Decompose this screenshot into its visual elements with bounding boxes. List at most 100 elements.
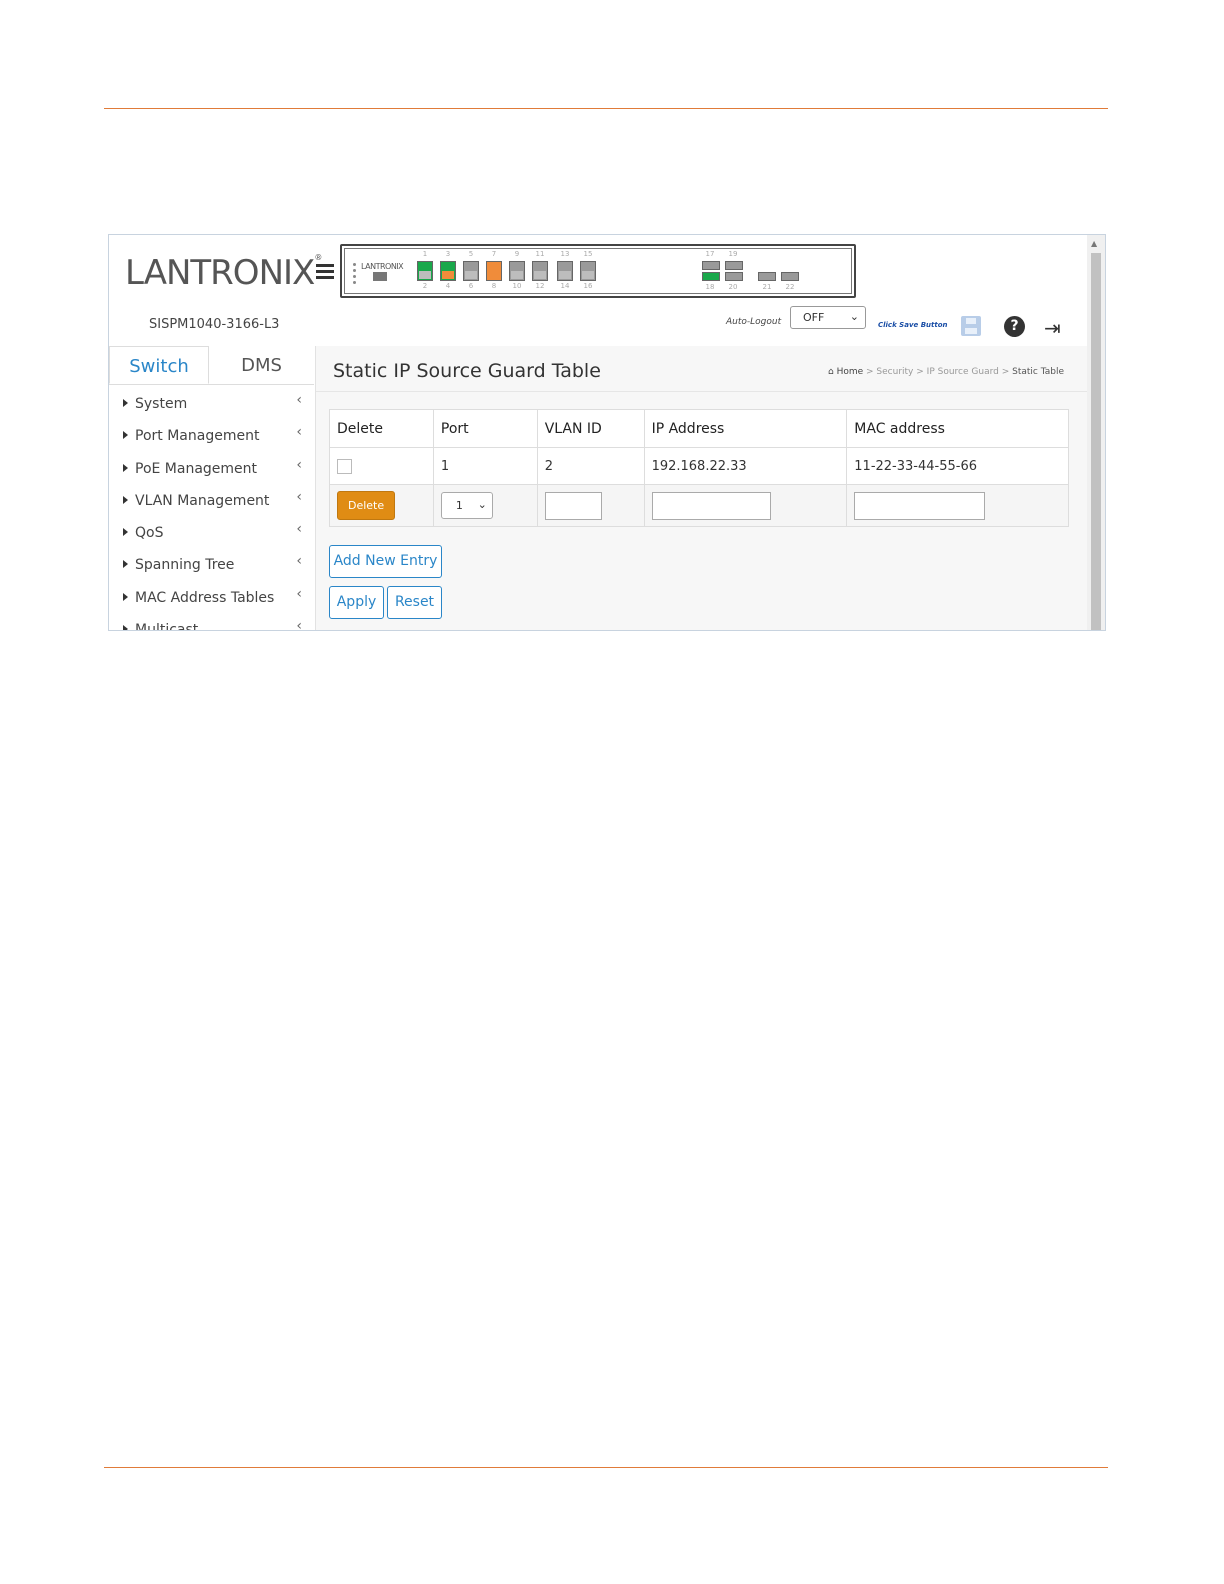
mac-address-input[interactable] — [854, 491, 986, 520]
sidebar-item-poe-management[interactable]: PoE Management ‹ — [109, 453, 314, 485]
caret-right-icon — [123, 495, 128, 504]
port-3-4-icon[interactable] — [440, 261, 456, 281]
logout-icon[interactable]: ⇥ — [1044, 317, 1068, 339]
save-icon[interactable] — [961, 316, 981, 336]
home-icon: ⌂ — [827, 367, 834, 377]
port-number: 13 — [560, 250, 570, 258]
port-7-8-icon[interactable] — [486, 261, 502, 281]
breadcrumb-ip-source-guard[interactable]: IP Source Guard — [927, 367, 999, 377]
table-row: 1 2 192.168.22.33 11-22-33-44-55-66 — [329, 447, 1069, 485]
port-number: 12 — [535, 282, 545, 290]
port-number: 8 — [491, 282, 497, 290]
port-5-6-icon[interactable] — [463, 261, 479, 281]
sfp-port-21-icon[interactable] — [758, 272, 776, 281]
port-number: 11 — [535, 250, 545, 258]
scroll-up-arrow-icon[interactable]: ▲ — [1091, 239, 1097, 248]
port-select[interactable]: 1 ⌄ — [440, 492, 493, 519]
tab-dms[interactable]: DMS — [209, 346, 314, 384]
port-cell: 1 — [432, 447, 538, 485]
sidebar-item-mac-address-tables[interactable]: MAC Address Tables ‹ — [109, 582, 314, 614]
chevron-left-icon: ‹ — [296, 585, 302, 602]
panel-led-dots — [353, 263, 356, 287]
ip-address-input[interactable] — [651, 491, 771, 520]
sidebar-item-multicast[interactable]: Multicast ‹ — [109, 614, 314, 631]
port-select-value: 1 — [455, 499, 463, 512]
help-icon[interactable]: ? — [1004, 316, 1025, 337]
sidebar-item-system[interactable]: System ‹ — [109, 388, 314, 420]
chevron-left-icon: ‹ — [296, 456, 302, 473]
page-bottom-rule — [104, 1467, 1108, 1468]
chevron-left-icon: ‹ — [296, 618, 302, 631]
port-number: 20 — [728, 283, 738, 291]
port-11-12-icon[interactable] — [532, 261, 548, 281]
chevron-left-icon: ‹ — [296, 488, 302, 505]
port-number: 17 — [705, 250, 715, 258]
scrollbar-thumb[interactable] — [1091, 253, 1101, 630]
port-1-2-icon[interactable] — [417, 261, 433, 281]
vlan-id-cell — [536, 484, 645, 527]
add-new-entry-button[interactable]: Add New Entry — [329, 545, 442, 578]
lantronix-logo: LANTRONIX® — [125, 253, 322, 293]
sidebar-item-label: Spanning Tree — [135, 557, 235, 574]
tab-switch[interactable]: Switch — [109, 346, 209, 384]
sidebar-item-qos[interactable]: QoS ‹ — [109, 517, 314, 549]
sidebar-item-label: MAC Address Tables — [135, 589, 275, 606]
port-13-14-icon[interactable] — [557, 261, 573, 281]
auto-logout-select[interactable]: OFF ⌄ — [790, 306, 866, 329]
vertical-scrollbar[interactable]: ▲ — [1087, 235, 1105, 630]
port-number: 10 — [512, 282, 522, 290]
vlan-id-cell: 2 — [536, 447, 645, 485]
sfp-port-22-icon[interactable] — [781, 272, 799, 281]
port-15-16-icon[interactable] — [580, 261, 596, 281]
chevron-left-icon: ‹ — [296, 553, 302, 570]
delete-button[interactable]: Delete — [337, 491, 396, 520]
sidebar-item-vlan-management[interactable]: VLAN Management ‹ — [109, 485, 314, 517]
column-header: Delete — [329, 409, 434, 448]
apply-button[interactable]: Apply — [329, 586, 384, 619]
static-ip-source-guard-table: Delete Port VLAN ID IP Address MAC addre… — [329, 409, 1069, 527]
sidebar-item-spanning-tree[interactable]: Spanning Tree ‹ — [109, 549, 314, 581]
caret-right-icon — [123, 625, 128, 630]
port-number: 18 — [705, 283, 715, 291]
sidebar-item-label: PoE Management — [135, 460, 258, 477]
caret-right-icon — [123, 560, 128, 569]
port-number: 22 — [785, 283, 795, 291]
breadcrumb-security[interactable]: Security — [876, 367, 913, 377]
sidebar-item-label: QoS — [135, 525, 164, 542]
delete-checkbox[interactable] — [337, 458, 352, 474]
sfp-port-17-icon[interactable] — [702, 261, 720, 270]
ip-address-cell — [643, 484, 848, 527]
port-number: 2 — [422, 282, 428, 290]
port-number: 14 — [560, 282, 570, 290]
ip-address-cell: 192.168.22.33 — [643, 447, 848, 485]
port-number: 4 — [445, 282, 451, 290]
column-header: Port — [432, 409, 538, 448]
chevron-left-icon: ‹ — [296, 424, 302, 441]
column-header: IP Address — [643, 409, 848, 448]
sidebar-item-label: System — [135, 396, 188, 412]
port-9-10-icon[interactable] — [509, 261, 525, 281]
reset-button[interactable]: Reset — [387, 586, 442, 619]
device-model: SISPM1040-3166-L3 — [149, 317, 280, 332]
click-save-hint: Click Save Button — [878, 321, 948, 329]
port-number: 3 — [445, 250, 451, 258]
switch-web-ui-screenshot: LANTRONIX® LANTRONIX 1 3 5 7 9 11 13 15 … — [108, 234, 1106, 631]
caret-right-icon — [123, 528, 128, 537]
sfp-port-20-icon[interactable] — [725, 272, 743, 281]
delete-cell: Delete — [329, 484, 434, 527]
title-divider — [316, 391, 1088, 392]
sidebar-tabs: Switch DMS — [109, 346, 314, 385]
sfp-port-18-icon[interactable] — [702, 272, 720, 281]
sidebar-item-port-management[interactable]: Port Management ‹ — [109, 420, 314, 452]
hamburger-menu-icon[interactable] — [316, 262, 334, 282]
port-number: 21 — [762, 283, 772, 291]
sfp-port-19-icon[interactable] — [725, 261, 743, 270]
port-number: 19 — [728, 250, 738, 258]
port-number: 1 — [422, 250, 428, 258]
caret-right-icon — [123, 431, 128, 440]
vlan-id-input[interactable] — [544, 491, 602, 520]
caret-right-icon — [123, 463, 128, 472]
column-header: VLAN ID — [536, 409, 645, 448]
breadcrumb-home[interactable]: Home — [837, 367, 864, 377]
mac-address-cell — [846, 484, 1069, 527]
